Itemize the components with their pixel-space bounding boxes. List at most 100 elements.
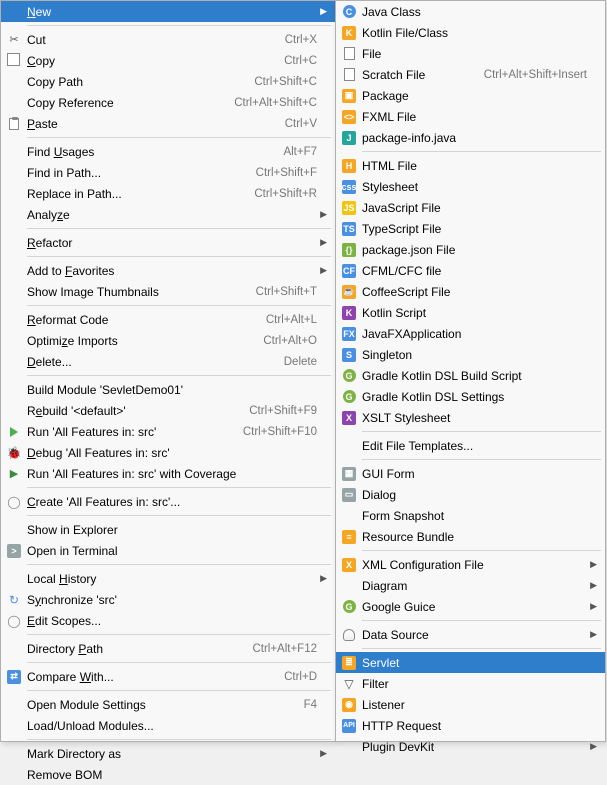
menu-item-label: Find in Path... xyxy=(27,166,244,180)
menu-delete[interactable]: Delete...Delete xyxy=(1,351,335,372)
menu-remove-bom[interactable]: Remove BOM xyxy=(1,764,335,785)
menu-edit-scopes[interactable]: ◯Edit Scopes... xyxy=(1,610,335,631)
new-ts[interactable]: TSTypeScript File xyxy=(336,218,605,239)
menu-show-thumbnails[interactable]: Show Image ThumbnailsCtrl+Shift+T xyxy=(1,281,335,302)
shortcut-label: Ctrl+Alt+L xyxy=(266,314,317,326)
new-http-request[interactable]: APIHTTP Request xyxy=(336,715,605,736)
menu-copy[interactable]: CopyCtrl+C xyxy=(1,50,335,71)
separator xyxy=(362,648,601,649)
new-singleton[interactable]: SSingleton xyxy=(336,344,605,365)
new-google-guice[interactable]: GGoogle Guice▶ xyxy=(336,596,605,617)
new-dialog[interactable]: ▭Dialog xyxy=(336,484,605,505)
menu-create-all[interactable]: ◯Create 'All Features in: src'... xyxy=(1,491,335,512)
menu-open-terminal[interactable]: >Open in Terminal xyxy=(1,540,335,561)
js-icon: JS xyxy=(340,200,358,216)
blank-icon xyxy=(5,333,23,349)
menu-build-module[interactable]: Build Module 'SevletDemo01' xyxy=(1,379,335,400)
menu-directory-path[interactable]: Directory PathCtrl+Alt+F12 xyxy=(1,638,335,659)
new-scratch-file[interactable]: Scratch FileCtrl+Alt+Shift+Insert xyxy=(336,64,605,85)
menu-find-in-path[interactable]: Find in Path...Ctrl+Shift+F xyxy=(1,162,335,183)
menu-copy-path[interactable]: Copy PathCtrl+Shift+C xyxy=(1,71,335,92)
singleton-icon: S xyxy=(340,347,358,363)
menu-item-label: Resource Bundle xyxy=(362,530,587,544)
new-servlet[interactable]: ≣Servlet xyxy=(336,652,605,673)
new-gradle-build[interactable]: GGradle Kotlin DSL Build Script xyxy=(336,365,605,386)
menu-load-unload[interactable]: Load/Unload Modules... xyxy=(1,715,335,736)
new-kotlin-script[interactable]: KKotlin Script xyxy=(336,302,605,323)
new-data-source[interactable]: Data Source▶ xyxy=(336,624,605,645)
new-java-class[interactable]: CJava Class xyxy=(336,1,605,22)
menu-mark-directory[interactable]: Mark Directory as▶ xyxy=(1,743,335,764)
menu-optimize-imports[interactable]: Optimize ImportsCtrl+Alt+O xyxy=(1,330,335,351)
menu-run-coverage[interactable]: ▶Run 'All Features in: src' with Coverag… xyxy=(1,463,335,484)
menu-cut[interactable]: ✂CutCtrl+X xyxy=(1,29,335,50)
new-cfml[interactable]: CFCFML/CFC file xyxy=(336,260,605,281)
shortcut-label: F4 xyxy=(304,699,317,711)
new-stylesheet[interactable]: cssStylesheet xyxy=(336,176,605,197)
blank-icon xyxy=(5,235,23,251)
blank-icon xyxy=(340,578,358,594)
gradle-icon: G xyxy=(340,368,358,384)
new-diagram[interactable]: Diagram▶ xyxy=(336,575,605,596)
menu-item-label: Show Image Thumbnails xyxy=(27,285,244,299)
submenu-arrow-icon: ▶ xyxy=(587,741,597,752)
menu-local-history[interactable]: Local History▶ xyxy=(1,568,335,589)
menu-reformat[interactable]: Reformat CodeCtrl+Alt+L xyxy=(1,309,335,330)
new-xslt[interactable]: XXSLT Stylesheet xyxy=(336,407,605,428)
menu-open-module-settings[interactable]: Open Module SettingsF4 xyxy=(1,694,335,715)
menu-item-label: Cut xyxy=(27,33,273,47)
menu-item-label: Listener xyxy=(362,698,587,712)
shortcut-label: Ctrl+Shift+F10 xyxy=(243,426,317,438)
gui-icon: ▦ xyxy=(340,466,358,482)
c-blue-icon: C xyxy=(340,4,358,20)
menu-copy-reference[interactable]: Copy ReferenceCtrl+Alt+Shift+C xyxy=(1,92,335,113)
new-gradle-settings[interactable]: GGradle Kotlin DSL Settings xyxy=(336,386,605,407)
new-kotlin-file[interactable]: KKotlin File/Class xyxy=(336,22,605,43)
new-file[interactable]: File xyxy=(336,43,605,64)
menu-item-label: FXML File xyxy=(362,110,587,124)
new-listener[interactable]: ◉Listener xyxy=(336,694,605,715)
menu-new[interactable]: New▶ xyxy=(1,1,335,22)
menu-item-label: Kotlin File/Class xyxy=(362,26,587,40)
menu-show-explorer[interactable]: Show in Explorer xyxy=(1,519,335,540)
json-icon: {} xyxy=(340,242,358,258)
menu-debug-all[interactable]: 🐞Debug 'All Features in: src' xyxy=(1,442,335,463)
new-package-json[interactable]: {}package.json File xyxy=(336,239,605,260)
new-filter[interactable]: ▽Filter xyxy=(336,673,605,694)
submenu-new: CJava ClassKKotlin File/ClassFileScratch… xyxy=(335,0,606,742)
new-javafx[interactable]: FXJavaFXApplication xyxy=(336,323,605,344)
new-package[interactable]: ▣Package xyxy=(336,85,605,106)
menu-item-label: Scratch File xyxy=(362,68,472,82)
new-xml-config[interactable]: XXML Configuration File▶ xyxy=(336,554,605,575)
scratch-icon xyxy=(340,67,358,83)
new-js[interactable]: JSJavaScript File xyxy=(336,197,605,218)
menu-refactor[interactable]: Refactor▶ xyxy=(1,232,335,253)
menu-paste[interactable]: PasteCtrl+V xyxy=(1,113,335,134)
menu-replace-in-path[interactable]: Replace in Path...Ctrl+Shift+R xyxy=(1,183,335,204)
menu-compare-with[interactable]: ⇄Compare With...Ctrl+D xyxy=(1,666,335,687)
xml-icon: X xyxy=(340,557,358,573)
menu-item-label: Local History xyxy=(27,572,317,586)
new-resource-bundle[interactable]: ≡Resource Bundle xyxy=(336,526,605,547)
menu-add-favorites[interactable]: Add to Favorites▶ xyxy=(1,260,335,281)
new-form-snapshot[interactable]: Form Snapshot xyxy=(336,505,605,526)
new-coffee[interactable]: ☕CoffeeScript File xyxy=(336,281,605,302)
menu-item-label: HTML File xyxy=(362,159,587,173)
new-package-info[interactable]: Jpackage-info.java xyxy=(336,127,605,148)
new-plugin-devkit[interactable]: Plugin DevKit▶ xyxy=(336,736,605,757)
shortcut-label: Ctrl+Shift+C xyxy=(254,76,317,88)
menu-rebuild[interactable]: Rebuild '<default>'Ctrl+Shift+F9 xyxy=(1,400,335,421)
separator xyxy=(27,137,331,138)
submenu-arrow-icon: ▶ xyxy=(587,580,597,591)
submenu-arrow-icon: ▶ xyxy=(587,629,597,640)
menu-find-usages[interactable]: Find UsagesAlt+F7 xyxy=(1,141,335,162)
blank-icon xyxy=(5,697,23,713)
new-edit-templates[interactable]: Edit File Templates... xyxy=(336,435,605,456)
menu-analyze[interactable]: Analyze▶ xyxy=(1,204,335,225)
new-html[interactable]: HHTML File xyxy=(336,155,605,176)
menu-synchronize[interactable]: ↻Synchronize 'src' xyxy=(1,589,335,610)
new-fxml[interactable]: <>FXML File xyxy=(336,106,605,127)
new-gui-form[interactable]: ▦GUI Form xyxy=(336,463,605,484)
menu-run-all[interactable]: Run 'All Features in: src'Ctrl+Shift+F10 xyxy=(1,421,335,442)
separator xyxy=(362,431,601,432)
